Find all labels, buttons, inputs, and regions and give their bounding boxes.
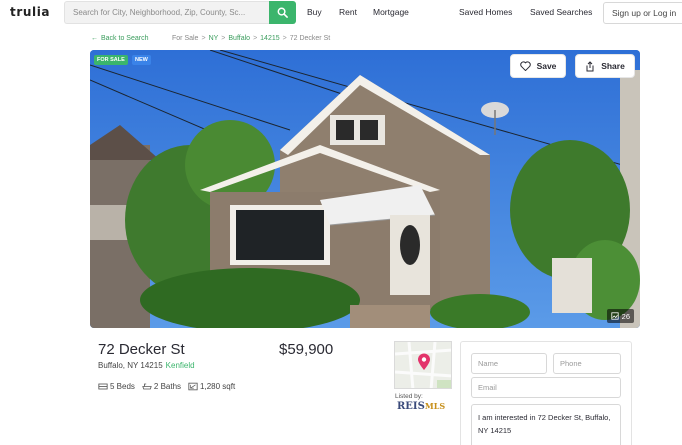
breadcrumb-buffalo[interactable]: Buffalo bbox=[228, 35, 250, 42]
search-input[interactable] bbox=[65, 2, 269, 23]
neighborhood-link[interactable]: Kenfield bbox=[166, 361, 195, 370]
nav-buy[interactable]: Buy bbox=[307, 7, 322, 17]
back-to-search-label: Back to Search bbox=[101, 35, 149, 42]
share-icon bbox=[586, 60, 594, 71]
reis-logo-text: REIS bbox=[397, 401, 425, 412]
for-sale-badge: FOR SALE bbox=[94, 55, 128, 65]
name-field[interactable]: Name bbox=[471, 353, 547, 374]
phone-field[interactable]: Phone bbox=[553, 353, 621, 374]
listing-facts: 5 Beds 2 Baths 1,280 sqft bbox=[98, 382, 235, 391]
breadcrumb-ny[interactable]: NY bbox=[209, 35, 219, 42]
breadcrumb-current: 72 Decker St bbox=[289, 35, 331, 42]
contact-form: Name Phone Email I am interested in 72 D… bbox=[460, 341, 632, 445]
email-field[interactable]: Email bbox=[471, 377, 621, 398]
breadcrumb-zip[interactable]: 14215 bbox=[260, 35, 279, 42]
beds-fact: 5 Beds bbox=[98, 382, 135, 391]
listing-city-line: Buffalo, NY 14215 Kenfield bbox=[98, 361, 195, 370]
listing-price: $59,900 bbox=[279, 341, 334, 358]
nav-mortgage[interactable]: Mortgage bbox=[373, 7, 409, 17]
breadcrumb-separator: > bbox=[201, 35, 206, 42]
city-state-zip: Buffalo, NY 14215 bbox=[98, 361, 163, 370]
heart-icon bbox=[519, 61, 531, 71]
listing-address: 72 Decker St bbox=[98, 341, 185, 358]
breadcrumb-separator: > bbox=[221, 35, 226, 42]
breadcrumb: For Sale > NY > Buffalo >14215 >72 Decker St bbox=[172, 35, 330, 42]
mls-logo-text: MLS bbox=[424, 401, 446, 411]
search-icon bbox=[277, 7, 288, 18]
save-button[interactable]: Save bbox=[510, 54, 566, 78]
listing-photo[interactable]: FOR SALE NEW Save Share 26 bbox=[90, 50, 640, 328]
beds-label: 5 Beds bbox=[110, 382, 135, 391]
back-arrow-icon: ← bbox=[91, 35, 98, 42]
map-thumbnail[interactable] bbox=[394, 341, 452, 389]
bed-icon bbox=[98, 383, 108, 390]
house-photo-image bbox=[90, 50, 640, 328]
breadcrumb-separator: > bbox=[282, 35, 287, 42]
share-label: Share bbox=[601, 61, 625, 71]
breadcrumb-for-sale[interactable]: For Sale bbox=[172, 35, 198, 42]
sqft-label: 1,280 sqft bbox=[200, 382, 236, 391]
reis-mls-logo: REISMLS bbox=[397, 401, 445, 412]
message-textarea[interactable]: I am interested in 72 Decker St, Buffalo… bbox=[471, 404, 621, 445]
nav-rent[interactable]: Rent bbox=[339, 7, 357, 17]
login-button[interactable]: Sign up or Log in bbox=[603, 2, 682, 24]
search-button[interactable] bbox=[269, 1, 296, 24]
gallery-icon bbox=[611, 312, 619, 320]
trulia-logo[interactable]: trulia bbox=[10, 5, 50, 19]
bath-icon bbox=[142, 383, 152, 390]
sqft-fact: 1,280 sqft bbox=[188, 382, 235, 391]
top-nav-bar: trulia Buy Rent Mortgage Saved Homes Sav… bbox=[0, 0, 682, 28]
search-box[interactable] bbox=[64, 1, 269, 24]
area-icon bbox=[188, 382, 198, 391]
listed-by-label: Listed by: bbox=[395, 393, 423, 400]
back-to-search-link[interactable]: ← Back to Search bbox=[91, 35, 148, 42]
baths-fact: 2 Baths bbox=[142, 382, 181, 391]
location-pin-icon bbox=[418, 353, 430, 370]
nav-saved-homes[interactable]: Saved Homes bbox=[459, 7, 512, 17]
nav-saved-searches[interactable]: Saved Searches bbox=[530, 7, 592, 17]
baths-label: 2 Baths bbox=[153, 382, 182, 391]
save-label: Save bbox=[536, 61, 557, 71]
new-badge: NEW bbox=[132, 55, 151, 65]
photo-count-badge[interactable]: 26 bbox=[606, 309, 634, 323]
share-button[interactable]: Share bbox=[575, 54, 635, 78]
breadcrumb-separator: > bbox=[253, 35, 258, 42]
photo-count-label: 26 bbox=[621, 311, 630, 321]
